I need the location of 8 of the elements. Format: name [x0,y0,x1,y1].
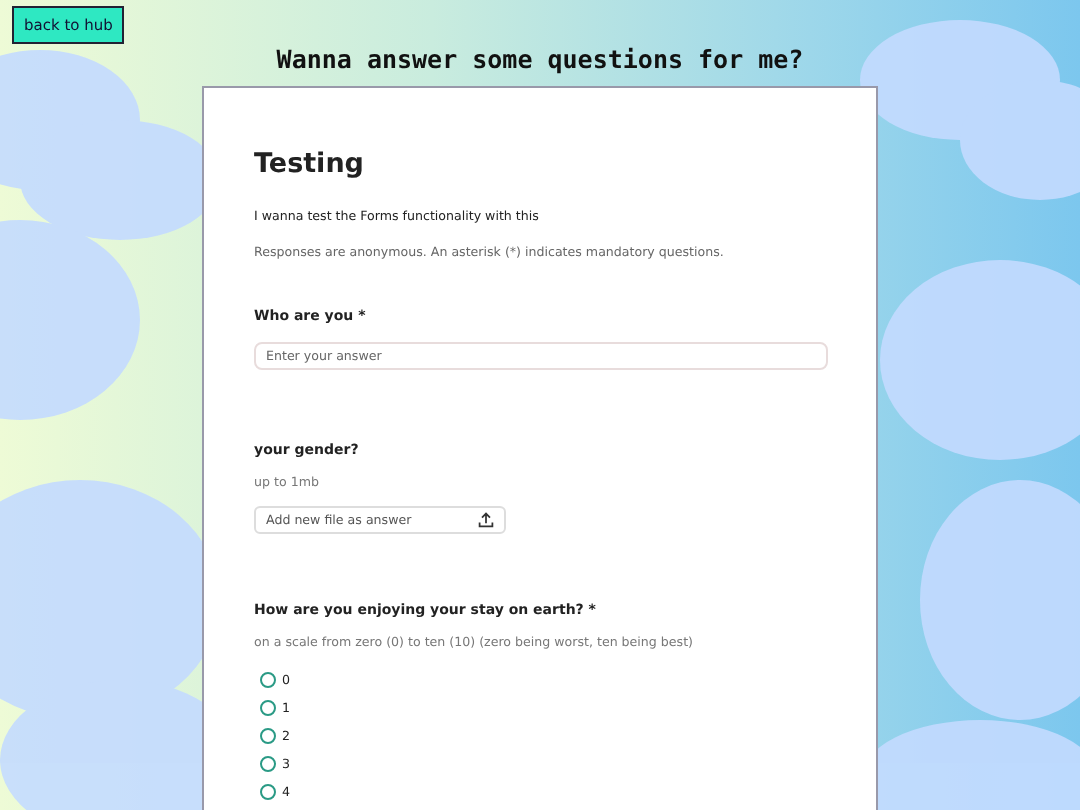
radio-button[interactable] [260,756,276,772]
radio-button[interactable] [260,728,276,744]
radio-button[interactable] [260,700,276,716]
radio-button[interactable] [260,672,276,688]
upload-icon [478,512,494,528]
radio-button[interactable] [260,784,276,800]
form-title: Testing [254,148,366,180]
page-title: Wanna answer some questions for me? [276,44,804,74]
